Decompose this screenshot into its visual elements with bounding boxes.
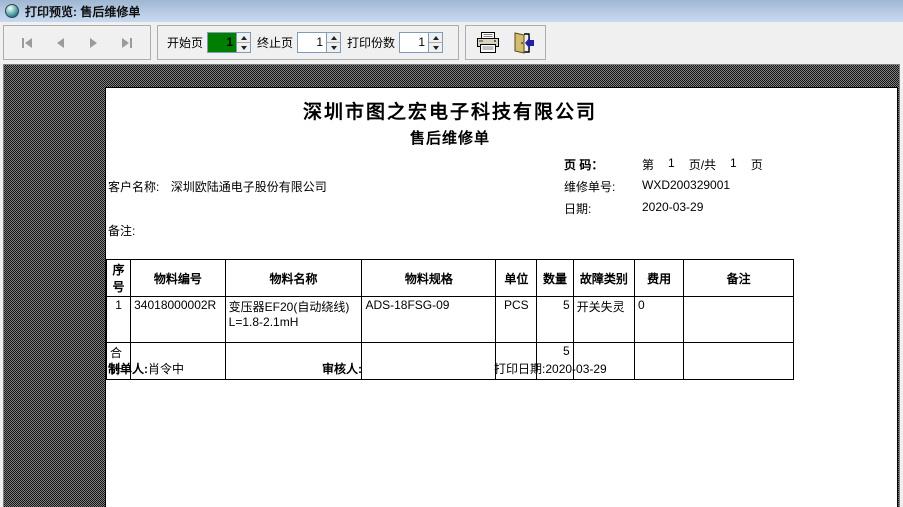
- start-page-spin-down-button[interactable]: [237, 42, 250, 52]
- end-page-spin-down-button[interactable]: [327, 42, 340, 52]
- spin-down-icon: [241, 46, 247, 50]
- prev-page-button[interactable]: [47, 31, 73, 55]
- start-page-input[interactable]: 1: [207, 32, 236, 53]
- date-row: 日期: 2020-03-29: [564, 200, 703, 217]
- end-page-label: 终止页: [257, 34, 293, 51]
- end-page-input[interactable]: 1: [297, 32, 326, 53]
- col-header-name: 物料名称: [225, 260, 362, 297]
- page-number-row: 页 码： 第 1 页/共 1 页: [564, 156, 763, 173]
- page-nav-panel: [3, 25, 151, 60]
- next-page-icon: [90, 38, 97, 48]
- col-header-qty: 数量: [537, 260, 573, 297]
- page-total-value: 1: [730, 156, 737, 173]
- preview-canvas[interactable]: 深圳市图之宏电子科技有限公司 售后维修单 页 码： 第 1 页/共 1 页 维修…: [3, 64, 900, 507]
- repair-items-table: 序号 物料编号 物料名称 物料规格 单位 数量 故障类别 费用 备注 1 340…: [106, 259, 794, 380]
- cell-fault: 开关失灵: [573, 297, 634, 343]
- col-header-code: 物料编号: [131, 260, 226, 297]
- page-word-first: 第: [642, 156, 654, 173]
- report-page: 深圳市图之宏电子科技有限公司 售后维修单 页 码： 第 1 页/共 1 页 维修…: [105, 87, 898, 507]
- spin-up-icon: [331, 36, 337, 40]
- col-header-fault: 故障类别: [573, 260, 634, 297]
- last-page-icon: [122, 38, 129, 48]
- print-preview-window: 打印预览: 售后维修单 开始页 1: [0, 0, 903, 507]
- repair-order-label: 维修单号:: [564, 178, 642, 195]
- spin-down-icon: [433, 46, 439, 50]
- maker-value: 肖令中: [148, 362, 184, 376]
- start-page-spinner: 1: [207, 32, 251, 53]
- auditor-label: 审核人:: [322, 360, 362, 377]
- cell-code: 34018000002R: [131, 297, 226, 343]
- maker-label: 制单人:: [108, 362, 148, 376]
- table-row: 1 34018000002R 变压器EF20(自动绕线) L=1.8-2.1mH…: [107, 297, 794, 343]
- col-header-seq: 序号: [107, 260, 131, 297]
- print-date-value: 2020-03-29: [545, 362, 606, 376]
- page-current-value: 1: [668, 156, 675, 173]
- last-page-button[interactable]: [114, 31, 140, 55]
- col-header-spec: 物料规格: [362, 260, 496, 297]
- start-page-spin-up-button[interactable]: [237, 33, 250, 42]
- page-word-mid: 页/共: [689, 156, 716, 173]
- cell-unit: PCS: [496, 297, 537, 343]
- spin-up-icon: [433, 36, 439, 40]
- report-title: 售后维修单: [106, 127, 794, 148]
- date-value: 2020-03-29: [642, 200, 703, 217]
- exit-button[interactable]: [506, 29, 540, 57]
- title-bar: 打印预览: 售后维修单: [0, 0, 903, 22]
- repair-order-row: 维修单号: WXD200329001: [564, 178, 730, 195]
- col-header-note: 备注: [684, 260, 794, 297]
- page-word-last: 页: [751, 156, 763, 173]
- cell-note: [684, 297, 794, 343]
- company-name: 深圳市图之宏电子科技有限公司: [106, 97, 794, 124]
- end-page-spinner: 1: [297, 32, 341, 53]
- repair-order-value: WXD200329001: [642, 178, 730, 195]
- col-header-cost: 费用: [635, 260, 684, 297]
- cell-qty: 5: [537, 297, 573, 343]
- copies-input[interactable]: 1: [399, 32, 428, 53]
- cell-name: 变压器EF20(自动绕线) L=1.8-2.1mH: [225, 297, 362, 343]
- table-total-row: 合计 5: [107, 343, 794, 380]
- exit-door-icon: [511, 31, 535, 55]
- cell-cost: 0: [635, 297, 684, 343]
- first-page-button[interactable]: [14, 31, 40, 55]
- spin-up-icon: [241, 36, 247, 40]
- spin-down-icon: [331, 46, 337, 50]
- cell-spec: ADS-18FSG-09: [362, 297, 496, 343]
- toolbar: 开始页 1 终止页 1 打印份数 1: [0, 22, 903, 64]
- copies-spin-down-button[interactable]: [429, 42, 442, 52]
- copies-spinner: 1: [399, 32, 443, 53]
- first-page-icon: [22, 38, 24, 48]
- start-page-label: 开始页: [167, 34, 203, 51]
- table-header-row: 序号 物料编号 物料名称 物料规格 单位 数量 故障类别 费用 备注: [107, 260, 794, 297]
- customer-label: 客户名称:: [108, 180, 159, 194]
- globe-icon: [5, 4, 19, 18]
- cell-seq: 1: [107, 297, 131, 343]
- end-page-spin-up-button[interactable]: [327, 33, 340, 42]
- remark-label: 备注:: [108, 222, 135, 239]
- page-range-panel: 开始页 1 终止页 1 打印份数 1: [157, 25, 459, 60]
- copies-label: 打印份数: [347, 34, 395, 51]
- printer-icon: [475, 31, 501, 55]
- print-actions-panel: [465, 25, 546, 60]
- col-header-unit: 单位: [496, 260, 537, 297]
- page-number-label: 页 码：: [564, 156, 642, 173]
- print-button[interactable]: [471, 29, 505, 57]
- date-label: 日期:: [564, 200, 642, 217]
- customer-row: 客户名称: 深圳欧陆通电子股份有限公司: [108, 178, 327, 195]
- next-page-button[interactable]: [81, 31, 107, 55]
- print-date-label: 打印日期:: [494, 362, 545, 376]
- customer-value: 深圳欧陆通电子股份有限公司: [171, 180, 327, 194]
- window-title: 打印预览: 售后维修单: [25, 3, 140, 20]
- prev-page-icon: [57, 38, 64, 48]
- copies-spin-up-button[interactable]: [429, 33, 442, 42]
